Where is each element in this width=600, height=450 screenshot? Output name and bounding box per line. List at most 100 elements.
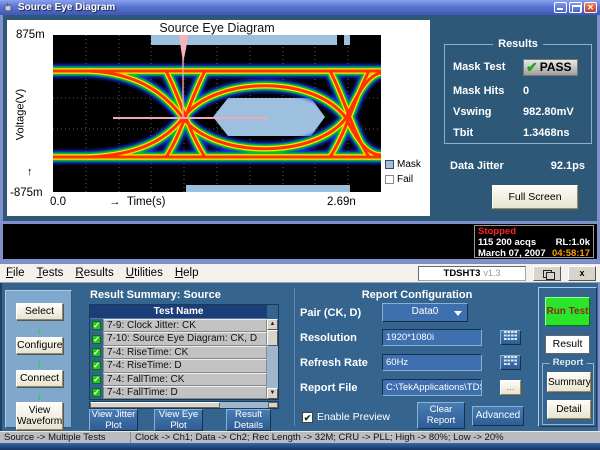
- keypad-icon: [504, 331, 517, 340]
- resolution-keypad-button[interactable]: [500, 330, 521, 345]
- eye-diagram-plot[interactable]: [53, 35, 381, 192]
- report-config-title: Report Configuration: [302, 289, 532, 301]
- full-screen-button[interactable]: Full Screen: [492, 185, 578, 209]
- detail-button[interactable]: Detail: [547, 400, 591, 419]
- eye-diagram-panel: Source Eye Diagram 875m Voltage(V) ↑ -87…: [7, 20, 430, 216]
- table-column-header: Test Name: [90, 305, 267, 319]
- acquisition-status: Stopped: [478, 226, 516, 237]
- select-button[interactable]: Select: [16, 303, 63, 320]
- application-window: Source Eye Diagram ✕ Source Eye Diagram …: [0, 0, 600, 450]
- view-jitter-plot-button[interactable]: View Jitter Plot: [89, 409, 138, 431]
- menu-file[interactable]: File: [0, 267, 31, 279]
- results-group-title: Results: [493, 38, 543, 50]
- scrollbar-corner: [268, 402, 278, 408]
- result-button[interactable]: Result: [545, 335, 590, 354]
- record-length: RL:1.0k: [556, 237, 590, 248]
- table-row[interactable]: ✓ 7-10: Source Eye Diagram: CK, D: [90, 332, 267, 345]
- enable-preview-checkbox[interactable]: ✔: [302, 412, 313, 423]
- scroll-up-icon[interactable]: ▲: [267, 319, 278, 330]
- scrollbar-thumb[interactable]: [90, 402, 220, 408]
- menu-utilities[interactable]: Utilities: [120, 267, 169, 279]
- maximize-button[interactable]: [569, 2, 582, 13]
- browse-file-button[interactable]: …: [500, 380, 521, 395]
- y-axis-min-label: -875m: [10, 187, 43, 199]
- clear-report-button[interactable]: Clear Report: [417, 402, 465, 429]
- fail-legend-swatch: [385, 175, 394, 184]
- menu-help[interactable]: Help: [169, 267, 205, 279]
- scope-display-area: Source Eye Diagram 875m Voltage(V) ↑ -87…: [0, 15, 600, 221]
- y-axis-label: Voltage(V): [15, 75, 28, 155]
- table-horizontal-scrollbar[interactable]: [89, 401, 279, 409]
- enable-preview-row: ✔ Enable Preview: [302, 411, 390, 423]
- menu-tests[interactable]: Tests: [31, 267, 70, 279]
- table-row[interactable]: ✓ 7-4: FallTime: D: [90, 386, 267, 399]
- test-results-table: Test Name ✓ 7-9: Clock Jitter: CK ✓ 7-10…: [89, 304, 279, 400]
- pass-check-icon: ✓: [90, 332, 103, 345]
- acquisition-date: March 07, 2007: [478, 248, 546, 259]
- report-file-label: Report File: [300, 382, 357, 394]
- status-source: Source -> Multiple Tests: [0, 432, 131, 443]
- keypad-icon: [504, 356, 517, 365]
- mask-legend-label: Mask: [397, 159, 421, 170]
- resolution-label: Resolution: [300, 332, 357, 344]
- minimize-button[interactable]: [554, 2, 567, 13]
- vswing-label: Vswing: [453, 106, 523, 118]
- tbit-label: Tbit: [453, 127, 523, 139]
- refresh-keypad-button[interactable]: [500, 355, 521, 370]
- close-button[interactable]: ✕: [584, 2, 597, 13]
- mask-legend-swatch: [385, 160, 394, 169]
- data-jitter-label: Data Jitter: [450, 160, 504, 172]
- pair-dropdown[interactable]: Data0: [382, 303, 468, 322]
- workflow-arrow-icon: ↓: [6, 357, 73, 369]
- summary-button[interactable]: Summary: [547, 372, 591, 392]
- report-file-field[interactable]: C:\TekApplications\TDSHT: [382, 379, 482, 396]
- menu-results[interactable]: Results: [69, 267, 119, 279]
- pass-check-icon: ✓: [90, 373, 103, 386]
- section-divider: [294, 288, 295, 426]
- app-close-button[interactable]: x: [568, 266, 596, 281]
- resolution-field[interactable]: 1920*1080i: [382, 329, 482, 346]
- workflow-arrow-icon: ↓: [6, 323, 73, 335]
- acquisition-time: 04:58:17: [552, 248, 590, 259]
- acquisition-strip: Stopped 115 200 acqs RL:1.0k March 07, 2…: [0, 224, 600, 259]
- acquisition-status-box: Stopped 115 200 acqs RL:1.0k March 07, 2…: [474, 225, 594, 258]
- refresh-rate-field[interactable]: 60Hz: [382, 354, 482, 371]
- app-name: TDSHT3: [444, 268, 481, 279]
- mask-hits-label: Mask Hits: [453, 85, 523, 97]
- run-test-button[interactable]: Run Test: [545, 297, 590, 326]
- view-eye-plot-button[interactable]: View Eye Plot: [154, 409, 203, 431]
- table-vertical-scrollbar[interactable]: ▲ ▼: [267, 319, 278, 399]
- view-waveform-button[interactable]: View Waveform: [16, 402, 63, 430]
- tdsht3-app-panel: Select ↓ Configure ↓ Connect ↓ View Wave…: [0, 283, 600, 431]
- app-icon: [3, 2, 14, 13]
- scroll-down-icon[interactable]: ▼: [267, 388, 278, 399]
- status-configuration: Clock -> Ch1; Data -> Ch2; Rec Length ->…: [131, 432, 600, 443]
- acquisition-count: 115 200 acqs: [478, 237, 536, 248]
- results-panel: Results Mask Test ✔ PASS Mask Hits 0 Vsw…: [430, 15, 600, 221]
- window-titlebar[interactable]: Source Eye Diagram ✕: [0, 0, 600, 15]
- pass-check-icon: ✓: [90, 386, 103, 399]
- app-restore-button[interactable]: [533, 266, 561, 281]
- enable-preview-label: Enable Preview: [317, 411, 390, 423]
- table-row[interactable]: ✓ 7-4: RiseTime: D: [90, 359, 267, 372]
- pair-label: Pair (CK, D): [300, 307, 361, 319]
- tbit-value: 1.3468ns: [523, 127, 569, 139]
- table-row[interactable]: ✓ 7-4: FallTime: CK: [90, 373, 267, 386]
- pass-check-icon: ✓: [90, 359, 103, 372]
- table-row[interactable]: ✓ 7-4: RiseTime: CK: [90, 346, 267, 359]
- app-version: v1.3: [483, 268, 500, 278]
- x-axis-max-label: 2.69n: [327, 196, 356, 208]
- x-axis-label: → Time(s): [109, 196, 165, 208]
- vswing-value: 982.80mV: [523, 106, 574, 118]
- run-panel: Run Test Result Report Summary Detail: [538, 287, 597, 427]
- pass-check-icon: ✓: [90, 346, 103, 359]
- data-jitter-value: 92.1ps: [551, 160, 585, 172]
- connect-button[interactable]: Connect: [16, 370, 63, 387]
- result-details-button[interactable]: Result Details: [226, 409, 271, 431]
- mask-test-status-badge: ✔ PASS: [523, 59, 578, 76]
- scrollbar-thumb[interactable]: [267, 330, 278, 346]
- configure-button[interactable]: Configure: [16, 337, 63, 354]
- workflow-arrow-icon: ↓: [6, 390, 73, 402]
- advanced-button[interactable]: Advanced: [472, 406, 524, 426]
- table-row[interactable]: ✓ 7-9: Clock Jitter: CK: [90, 319, 267, 332]
